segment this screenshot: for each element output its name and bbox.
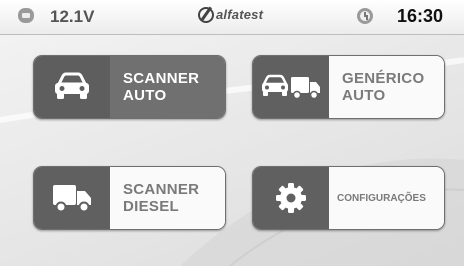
gear-icon xyxy=(253,167,329,229)
scanner-diesel-button[interactable]: SCANNER DIESEL xyxy=(33,166,226,230)
voltage-readout: 12.1V xyxy=(50,7,95,26)
logo-mark-icon xyxy=(198,7,214,23)
tile-label-line2: AUTO xyxy=(342,87,386,104)
tile-label-line2: DIESEL xyxy=(123,198,179,215)
configuracoes-button[interactable]: CONFIGURAÇÕES xyxy=(252,166,445,230)
truck-icon xyxy=(34,167,110,229)
tile-label-line1: SCANNER xyxy=(123,70,200,87)
scanner-auto-button[interactable]: SCANNER AUTO xyxy=(33,55,226,119)
tile-label-line2: AUTO xyxy=(123,87,167,104)
screen: 12.1V alfatest 16:30 SCANNER AUTO GENÉRI… xyxy=(0,0,464,266)
tile-label-line1: GENÉRICO xyxy=(342,70,425,87)
clock-icon xyxy=(357,8,373,24)
car-truck-icon xyxy=(253,56,329,118)
clock-time: 16:30 xyxy=(397,6,444,26)
car-icon xyxy=(34,56,110,118)
brand-logo: alfatest xyxy=(198,6,278,26)
tile-label-line1: SCANNER xyxy=(123,181,200,198)
tile-label-line1: CONFIGURAÇÕES xyxy=(337,192,426,204)
status-bar: 12.1V alfatest 16:30 xyxy=(0,0,464,35)
battery-icon xyxy=(18,8,34,23)
logo-text: alfatest xyxy=(216,7,264,22)
generico-auto-button[interactable]: GENÉRICO AUTO xyxy=(252,55,445,119)
